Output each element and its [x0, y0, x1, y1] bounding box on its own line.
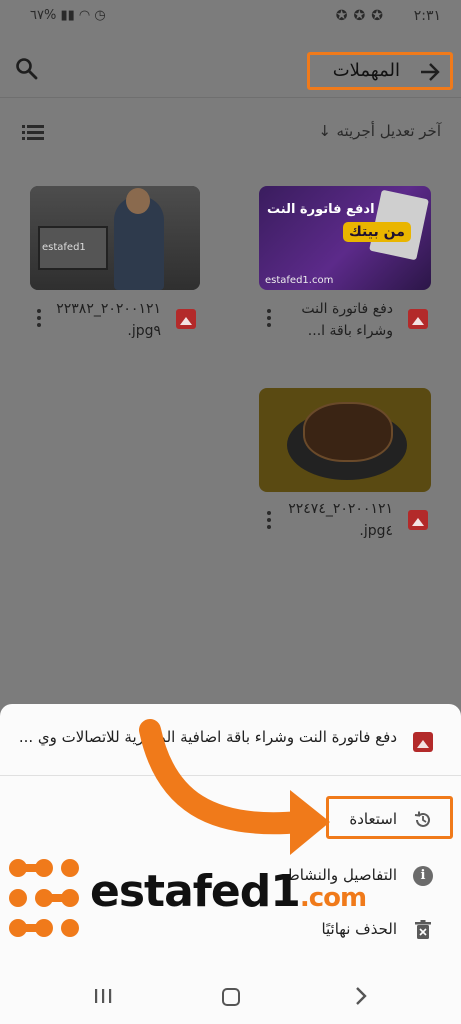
signal-icon: ▮▮	[60, 8, 75, 23]
file-name-line: ٢٠٢٠٠١٢١_٢٢٣٨٢	[56, 301, 161, 317]
sort-bar: ↓ آخر تعديل أجريته	[0, 118, 461, 148]
battery-text: ٦٧%	[30, 8, 57, 23]
brand-watermark: estafed1.com	[6, 856, 367, 942]
file-name-line: ٢٠٢٠٠١٢١_٢٢٤٧٤	[288, 501, 393, 517]
recent-apps-icon[interactable]	[94, 988, 112, 1004]
file-name-line: jpg٩.	[127, 323, 161, 339]
sheet-title: دفع فاتورة النت وشراء باقة اضافية المصري…	[18, 728, 397, 746]
brand-tld: .com	[299, 883, 367, 913]
home-icon[interactable]	[222, 988, 240, 1006]
info-icon: i	[413, 866, 433, 886]
thumb-cake	[303, 402, 393, 462]
status-time: ٢:٣١	[413, 8, 441, 24]
alarm-icon: ◷	[94, 8, 106, 23]
thumb-site: estafed1.com	[265, 275, 334, 286]
delete-forever-icon	[413, 920, 433, 940]
thumb-text: estafed1	[42, 242, 86, 253]
status-left-icons: ٦٧% ▮▮ ◠ ◷	[30, 8, 106, 23]
more-options-icon[interactable]	[266, 307, 272, 327]
system-nav-bar	[0, 972, 461, 1024]
back-icon[interactable]	[354, 986, 368, 1006]
more-options-icon[interactable]	[36, 307, 42, 327]
sheet-header: دفع فاتورة النت وشراء باقة اضافية المصري…	[0, 704, 461, 776]
file-name[interactable]: ٢٠٢٠٠١٢١_٢٢٣٨٢ jpg٩.	[31, 298, 161, 342]
file-thumbnail[interactable]	[259, 388, 431, 492]
file-name[interactable]: دفع فاتورة النت وشراء باقة ا...	[263, 298, 393, 342]
image-file-icon	[413, 732, 433, 752]
status-bar: ٦٧% ▮▮ ◠ ◷ ✪✪✪ ٢:٣١	[0, 0, 461, 34]
notification-icon: ✪✪✪	[335, 8, 389, 24]
more-options-icon[interactable]	[266, 509, 272, 529]
image-file-icon	[408, 309, 428, 329]
list-view-icon[interactable]	[22, 122, 44, 142]
sort-label[interactable]: آخر تعديل أجريته	[336, 122, 441, 140]
arrow-right-icon[interactable]	[418, 60, 442, 84]
file-name-line: وشراء باقة ا...	[307, 323, 393, 339]
arrow-down-icon[interactable]: ↓	[318, 122, 331, 140]
image-file-icon	[176, 309, 196, 329]
image-file-icon	[408, 510, 428, 530]
brand-logo-icon	[9, 859, 79, 937]
file-thumbnail[interactable]: ادفع فاتورة النت من بيتك estafed1.com	[259, 186, 431, 290]
file-name[interactable]: ٢٠٢٠٠١٢١_٢٢٤٧٤ jpg٤.	[263, 498, 393, 542]
brand-text: estafed1	[90, 866, 301, 917]
thumb-person-head	[126, 188, 150, 214]
restore-highlight	[326, 796, 453, 839]
page-title: المهملات	[332, 60, 400, 81]
file-name-line: jpg٤.	[359, 523, 393, 539]
title-highlight: المهملات	[307, 52, 453, 90]
file-name-line: دفع فاتورة النت	[301, 301, 393, 317]
thumb-text: ادفع فاتورة النت	[267, 202, 375, 217]
brand-name: estafed1.com	[90, 866, 367, 917]
thumb-text: من بيتك	[343, 222, 411, 242]
search-icon[interactable]	[14, 56, 40, 82]
top-app-bar: المهملات	[0, 36, 461, 98]
file-thumbnail[interactable]: estafed1	[30, 186, 200, 290]
wifi-icon: ◠	[78, 8, 91, 23]
